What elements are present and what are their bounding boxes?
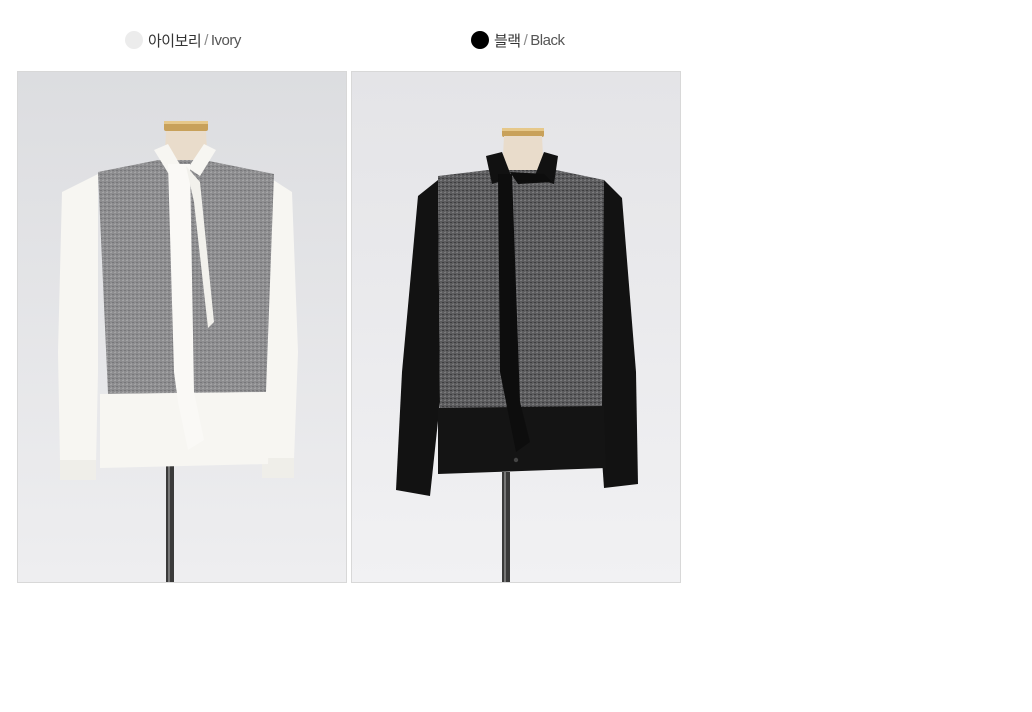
- ivory-swatch-dot: [125, 31, 143, 49]
- product-photo-ivory[interactable]: [17, 71, 347, 583]
- separator: /: [204, 31, 208, 49]
- color-name-korean: 아이보리: [148, 32, 202, 50]
- blouse-ivory-image: [18, 72, 346, 582]
- color-name-english: Ivory: [210, 31, 242, 49]
- color-option-ivory[interactable]: 아이보리 / Ivory: [125, 28, 241, 52]
- color-name-korean: 블랙: [494, 32, 521, 50]
- black-swatch-dot: [471, 31, 489, 49]
- color-name-english: Black: [530, 31, 565, 49]
- blouse-black-image: [352, 72, 680, 582]
- product-photo-black[interactable]: [351, 71, 681, 583]
- separator: /: [523, 31, 528, 49]
- color-option-black[interactable]: 블랙 / Black: [471, 28, 565, 52]
